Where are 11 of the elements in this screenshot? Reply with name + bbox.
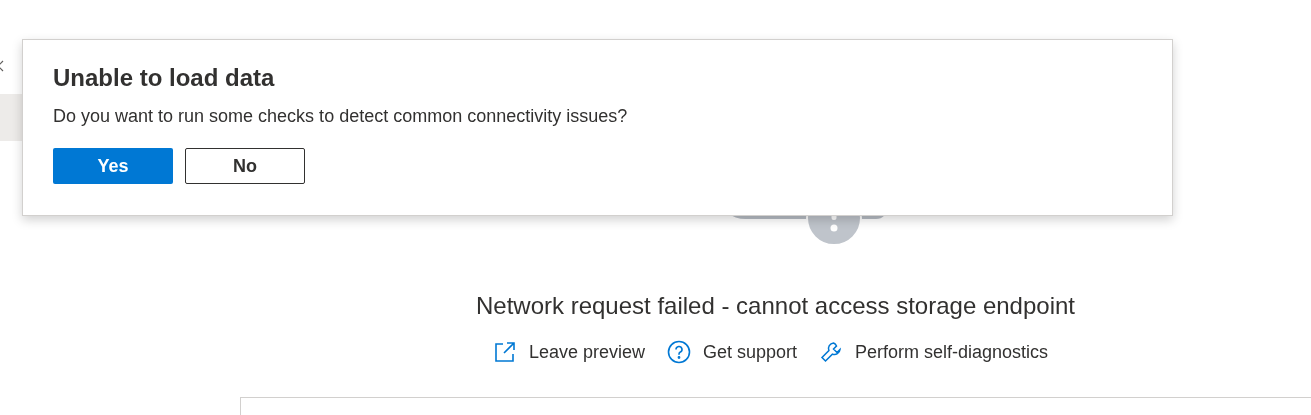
wrench-icon: [819, 340, 844, 364]
link[interactable]: Get support: [666, 340, 798, 364]
link[interactable]: Leave preview: [492, 340, 645, 364]
dialog-message: Do you want to run some checks to detect common connectivity issues?: [53, 105, 629, 128]
primary-button[interactable]: Yes: [53, 148, 173, 184]
help-icon: [666, 340, 691, 364]
external-link-icon: [492, 340, 517, 364]
secondary-button[interactable]: No: [185, 148, 305, 184]
error-message: Network request failed - cannot access storage endpoint: [476, 291, 1075, 321]
dialog-title: Unable to load data: [53, 63, 276, 93]
link[interactable]: Perform self-diagnostics: [819, 340, 1049, 364]
